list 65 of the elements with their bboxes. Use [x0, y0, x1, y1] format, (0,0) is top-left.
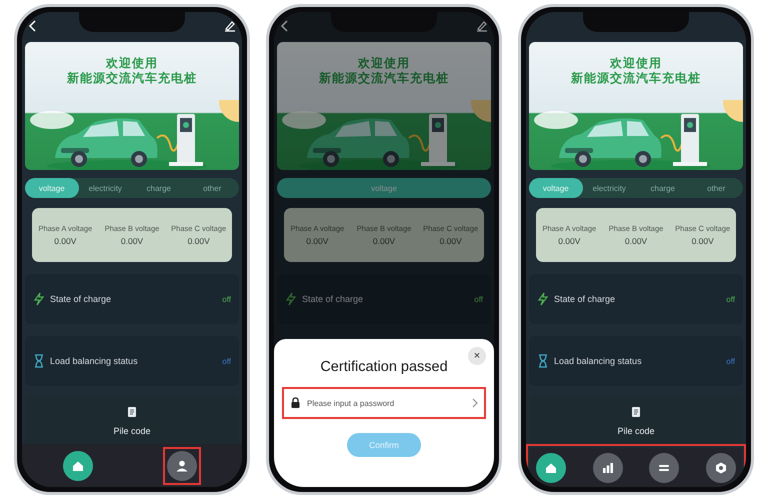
tab[interactable]: voltage	[529, 178, 582, 198]
status-value: off	[222, 356, 231, 366]
back-icon	[28, 20, 37, 32]
close-button[interactable]: ×	[468, 347, 486, 365]
banner-title: 欢迎使用	[610, 56, 662, 71]
banner-title: 新能源交流汽车充电桩	[67, 71, 197, 86]
home-button[interactable]	[536, 453, 566, 483]
tab[interactable]: electricity	[78, 178, 132, 198]
tab[interactable]: charge	[132, 178, 186, 198]
tab[interactable]: electricity	[582, 178, 636, 198]
status-label: State of charge	[50, 294, 112, 304]
banner-title: 新能源交流汽车充电桩	[571, 71, 701, 86]
phase-value: 0.00V	[558, 236, 580, 246]
lightning-icon	[537, 292, 549, 306]
status-value: off	[726, 294, 735, 304]
pencil-icon	[224, 20, 236, 32]
home-icon	[71, 459, 85, 473]
edit-button[interactable]	[224, 20, 236, 32]
pile-code-label: Pile code	[617, 426, 655, 436]
status-value: off	[474, 294, 483, 304]
settings-icon	[714, 461, 728, 475]
hourglass-icon	[33, 354, 45, 368]
edit-button[interactable]	[476, 20, 488, 32]
person-icon	[175, 459, 189, 473]
back-icon	[280, 20, 289, 32]
phase-value: 0.00V	[54, 236, 76, 246]
phase-value: 0.00V	[372, 236, 396, 246]
status-label: Load balancing status	[50, 356, 138, 366]
lightning-icon	[285, 292, 297, 306]
banner-title: 新能源交流汽车充电桩	[319, 71, 449, 86]
banner-title: 欢迎使用	[358, 56, 410, 71]
password-field[interactable]: Please input a password	[307, 398, 466, 408]
back-button[interactable]	[28, 20, 37, 32]
tab[interactable]: other	[690, 178, 743, 198]
lock-icon	[290, 397, 301, 409]
home-icon	[544, 461, 558, 475]
tab[interactable]: other	[186, 178, 239, 198]
status-label: State of charge	[554, 294, 616, 304]
phase-value: 0.00V	[624, 236, 648, 246]
document-icon	[631, 406, 641, 418]
chevron-right-icon	[472, 398, 478, 408]
document-icon	[127, 406, 137, 418]
tab[interactable]: charge	[636, 178, 690, 198]
list-button[interactable]	[649, 453, 680, 483]
phase-value: 0.00V	[440, 236, 462, 246]
tab[interactable]: voltage	[25, 178, 78, 198]
dialog-title: Certification passed	[320, 359, 448, 375]
back-button[interactable]	[280, 20, 289, 32]
status-label: State of charge	[302, 294, 364, 304]
pile-code-label: Pile code	[113, 426, 151, 436]
phase-value: 0.00V	[120, 236, 144, 246]
status-value: off	[726, 356, 735, 366]
phase-value: 0.00V	[188, 236, 210, 246]
phase-value: 0.00V	[306, 236, 328, 246]
hourglass-icon	[537, 354, 549, 368]
status-label: Load balancing status	[554, 356, 642, 366]
lightning-icon	[33, 292, 45, 306]
bar-chart-icon	[600, 461, 615, 475]
phase-value: 0.00V	[692, 236, 714, 246]
settings-button[interactable]	[706, 453, 736, 483]
pencil-icon	[476, 20, 488, 32]
home-button[interactable]	[63, 451, 93, 481]
status-value: off	[222, 294, 231, 304]
banner-title: 欢迎使用	[106, 56, 158, 71]
statistics-button[interactable]	[592, 453, 623, 483]
